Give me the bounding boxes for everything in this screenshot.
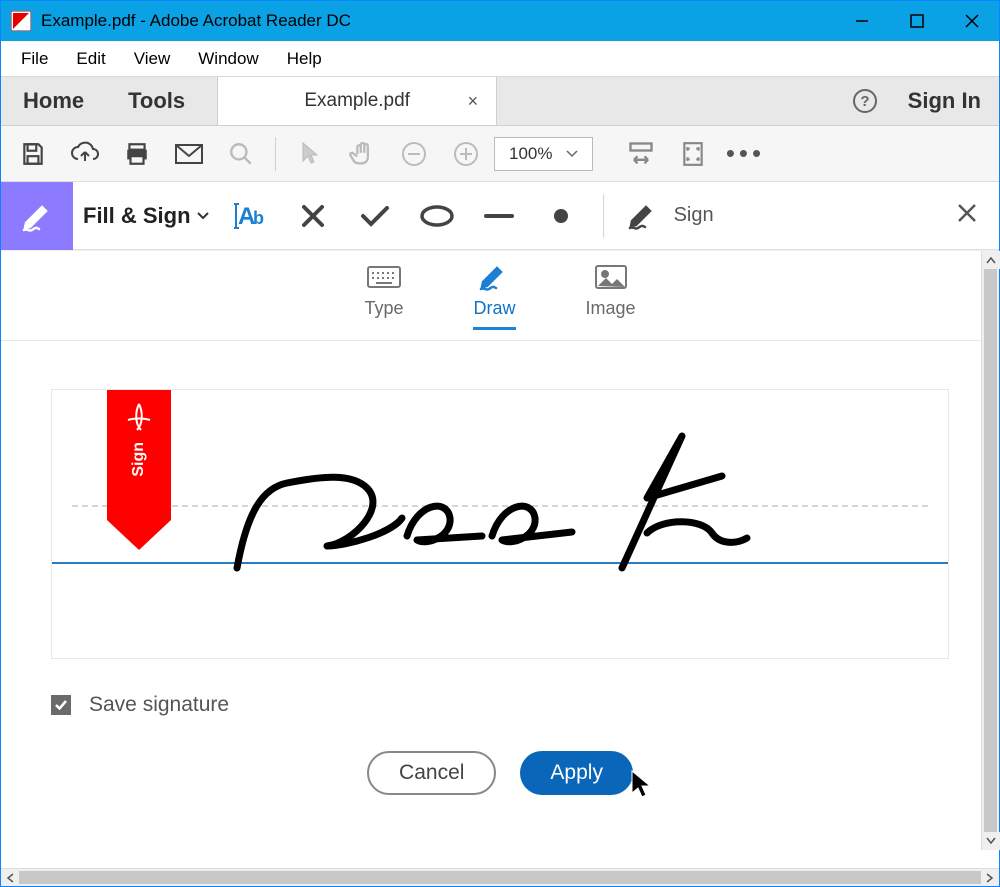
sign-in-button[interactable]: Sign In bbox=[890, 88, 999, 114]
zoom-select[interactable]: 100% bbox=[494, 137, 593, 171]
fit-page-icon[interactable] bbox=[669, 130, 717, 178]
window-title: Example.pdf - Adobe Acrobat Reader DC bbox=[41, 11, 351, 31]
circle-icon[interactable] bbox=[411, 190, 463, 242]
main-toolbar: 100% ••• bbox=[1, 126, 999, 182]
scrollbar-thumb[interactable] bbox=[19, 871, 981, 884]
menu-file[interactable]: File bbox=[7, 43, 62, 75]
scrollbar-thumb[interactable] bbox=[984, 269, 997, 832]
tab-close-icon[interactable]: × bbox=[468, 91, 479, 112]
save-icon[interactable] bbox=[9, 130, 57, 178]
chevron-down-icon bbox=[566, 150, 578, 158]
mode-draw[interactable]: Draw bbox=[473, 262, 515, 330]
mode-type-label: Type bbox=[364, 298, 403, 319]
fit-width-icon[interactable] bbox=[617, 130, 665, 178]
mode-draw-label: Draw bbox=[473, 298, 515, 319]
toolbar-separator bbox=[275, 137, 276, 171]
minimize-button[interactable] bbox=[834, 1, 889, 41]
mode-image-label: Image bbox=[586, 298, 636, 319]
fill-sign-tool-icon[interactable] bbox=[1, 182, 73, 250]
signature-canvas[interactable]: Sign bbox=[51, 389, 949, 659]
tab-document-label: Example.pdf bbox=[304, 90, 410, 112]
scroll-down-icon[interactable] bbox=[982, 832, 1000, 850]
pen-draw-icon bbox=[477, 262, 511, 292]
app-window: Example.pdf - Adobe Acrobat Reader DC Fi… bbox=[0, 0, 1000, 887]
cancel-button[interactable]: Cancel bbox=[367, 751, 496, 795]
dialog-button-row: Cancel Apply bbox=[1, 741, 999, 815]
image-icon bbox=[594, 262, 628, 292]
sign-here-ribbon: Sign bbox=[107, 390, 171, 550]
acrobat-logo-icon bbox=[122, 400, 156, 434]
chevron-down-icon bbox=[197, 212, 209, 220]
title-bar: Example.pdf - Adobe Acrobat Reader DC bbox=[1, 1, 999, 41]
menu-edit[interactable]: Edit bbox=[62, 43, 119, 75]
add-text-icon[interactable]: Ab bbox=[225, 190, 277, 242]
line-icon[interactable] bbox=[473, 190, 525, 242]
email-icon[interactable] bbox=[165, 130, 213, 178]
fill-sign-dropdown[interactable]: Fill & Sign bbox=[83, 203, 215, 229]
help-button[interactable]: ? bbox=[840, 88, 890, 114]
svg-text:b: b bbox=[253, 208, 264, 228]
scroll-left-icon[interactable] bbox=[1, 869, 19, 887]
menu-view[interactable]: View bbox=[120, 43, 185, 75]
close-window-button[interactable] bbox=[944, 1, 999, 41]
zoom-value: 100% bbox=[509, 144, 552, 164]
menu-window[interactable]: Window bbox=[184, 43, 272, 75]
zoom-in-icon[interactable] bbox=[442, 130, 490, 178]
tab-bar: Home Tools Example.pdf × ? Sign In bbox=[1, 76, 999, 126]
save-signature-label: Save signature bbox=[89, 693, 229, 717]
close-toolbar-button[interactable] bbox=[955, 201, 979, 230]
fill-sign-toolbar: Fill & Sign Ab S bbox=[1, 182, 999, 250]
menu-bar: File Edit View Window Help bbox=[1, 41, 999, 76]
acrobat-icon bbox=[11, 11, 31, 31]
toolbar-separator bbox=[603, 194, 604, 238]
tab-home[interactable]: Home bbox=[1, 77, 106, 125]
scroll-up-icon[interactable] bbox=[982, 251, 1000, 269]
dot-icon[interactable] bbox=[535, 190, 587, 242]
maximize-button[interactable] bbox=[889, 1, 944, 41]
sign-label: Sign bbox=[674, 204, 714, 227]
ribbon-label: Sign bbox=[130, 442, 148, 477]
mode-image[interactable]: Image bbox=[586, 262, 636, 330]
sign-pen-icon[interactable]: Sign bbox=[620, 190, 720, 242]
check-mark-icon[interactable] bbox=[349, 190, 401, 242]
mode-type[interactable]: Type bbox=[364, 262, 403, 330]
keyboard-icon bbox=[367, 262, 401, 292]
drawn-signature bbox=[192, 418, 752, 578]
more-tools-icon[interactable]: ••• bbox=[721, 130, 769, 178]
vertical-scrollbar[interactable] bbox=[981, 251, 999, 850]
tab-tools[interactable]: Tools bbox=[106, 77, 207, 125]
svg-text:?: ? bbox=[860, 93, 869, 110]
horizontal-scrollbar[interactable] bbox=[1, 868, 999, 886]
tab-document[interactable]: Example.pdf × bbox=[217, 77, 497, 125]
signature-panel: Type Draw Image Sign bbox=[1, 250, 999, 868]
save-signature-row: Save signature bbox=[1, 669, 999, 741]
fill-sign-label: Fill & Sign bbox=[83, 203, 191, 229]
print-icon[interactable] bbox=[113, 130, 161, 178]
apply-button[interactable]: Apply bbox=[520, 751, 633, 795]
hand-icon[interactable] bbox=[338, 130, 386, 178]
cross-mark-icon[interactable] bbox=[287, 190, 339, 242]
cloud-upload-icon[interactable] bbox=[61, 130, 109, 178]
signature-mode-tabs: Type Draw Image bbox=[1, 251, 999, 341]
pointer-icon[interactable] bbox=[286, 130, 334, 178]
search-icon[interactable] bbox=[217, 130, 265, 178]
menu-help[interactable]: Help bbox=[273, 43, 336, 75]
save-signature-checkbox[interactable] bbox=[51, 695, 71, 715]
zoom-out-icon[interactable] bbox=[390, 130, 438, 178]
scroll-right-icon[interactable] bbox=[981, 869, 999, 887]
mouse-cursor-icon bbox=[630, 769, 652, 799]
